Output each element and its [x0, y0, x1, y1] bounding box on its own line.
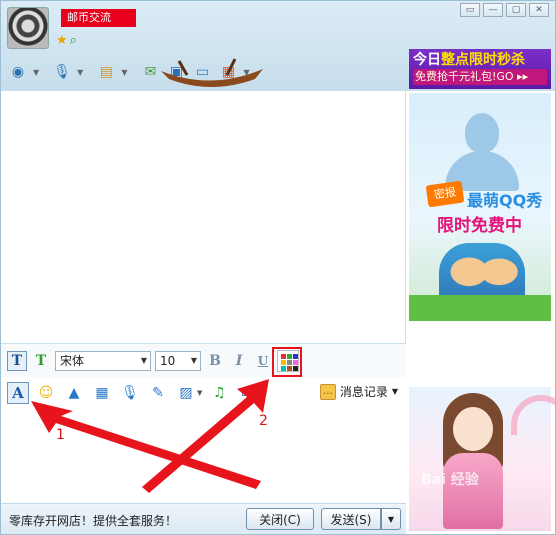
contact-name[interactable]: 邮币交流: [61, 9, 136, 27]
chat-header: 邮币交流 ★⌕ ▭ — ▢ ✕ ◉▼ 🎙▼ ▤▼ ✉ ▣ ▭ ▦▼ 今日整点限时…: [1, 1, 555, 91]
close-button[interactable]: 关闭(C): [246, 508, 314, 530]
ad-grass: [409, 295, 551, 321]
voice-message-icon[interactable]: 🎙: [119, 382, 141, 404]
emoji-icon[interactable]: ☺: [35, 382, 57, 404]
ad-title: 最萌QQ秀: [467, 191, 543, 210]
bold-button[interactable]: B: [205, 351, 225, 371]
minimize-button[interactable]: —: [483, 3, 503, 17]
chevron-down-icon: ▼: [140, 356, 147, 365]
italic-button[interactable]: I: [229, 351, 249, 371]
image-icon[interactable]: ▨: [175, 382, 197, 404]
chevron-down-icon[interactable]: ▼: [33, 68, 39, 77]
ad-tag: 密报: [425, 180, 465, 208]
star-icon[interactable]: ★: [56, 33, 68, 48]
promo-banner-text-b: 整点限时秒杀: [441, 52, 525, 68]
window-controls: ▭ — ▢ ✕: [460, 3, 549, 17]
underline-button[interactable]: U: [253, 351, 273, 371]
promo-banner-subtext: 免费抢千元礼包!GO ▸▸: [413, 69, 547, 85]
boat-decoration: [161, 58, 263, 87]
font-settings-button[interactable]: A: [7, 382, 29, 404]
bottom-bar: 零库存开网店！提供全套服务！ 关闭(C) 发送(S) ▼: [1, 503, 406, 534]
history-icon: …: [319, 383, 336, 400]
chat-window: 邮币交流 ★⌕ ▭ — ▢ ✕ ◉▼ 🎙▼ ▤▼ ✉ ▣ ▭ ▦▼ 今日整点限时…: [0, 0, 556, 535]
chevron-down-icon: ▼: [391, 387, 398, 396]
chevron-down-icon: ▼: [190, 356, 197, 365]
screenshot-icon[interactable]: ▭: [236, 382, 258, 404]
note-icon[interactable]: ✎: [147, 382, 169, 404]
chevron-down-icon[interactable]: ▼: [77, 68, 83, 77]
message-history-area[interactable]: [1, 91, 406, 343]
maximize-button[interactable]: ▢: [506, 3, 526, 17]
music-icon[interactable]: ♫: [208, 382, 230, 404]
annotation-label-2: 2: [259, 413, 268, 429]
chevron-down-icon[interactable]: ▼: [258, 389, 263, 397]
chevron-down-icon: ▼: [387, 514, 395, 524]
highlight-box: [272, 347, 302, 377]
rainbow-decoration: [511, 395, 555, 435]
font-family-value: 宋体: [60, 354, 85, 368]
avatar-dress: [443, 453, 503, 529]
input-toolbar: A ☺ ▲ ▦ 🎙 ✎ ▨ ▼ ♫ ▭ ▼ … 消息记录 ▼: [1, 379, 406, 407]
search-icon[interactable]: ⌕: [70, 33, 77, 48]
message-history-button[interactable]: … 消息记录 ▼: [319, 383, 398, 400]
film-icon[interactable]: ▦: [91, 382, 113, 404]
send-file-icon[interactable]: ▤: [95, 62, 117, 82]
close-window-button[interactable]: ✕: [529, 3, 549, 17]
send-options-dropdown[interactable]: ▼: [381, 508, 401, 530]
message-input[interactable]: [1, 407, 406, 503]
contact-avatar[interactable]: [7, 7, 49, 49]
qq-show-avatar[interactable]: [409, 387, 555, 531]
format-toolbar: T T 宋体 ▼ 10 ▼ B I U: [1, 343, 406, 377]
font-family-select[interactable]: 宋体 ▼: [55, 350, 151, 371]
annotation-label-1: 1: [56, 427, 65, 443]
qq-show-ad[interactable]: 密报 最萌QQ秀 限时免费中: [409, 93, 551, 321]
voice-call-icon[interactable]: 🎙: [51, 62, 73, 82]
font-style-icon[interactable]: T: [7, 350, 27, 371]
ad-subtitle: 限时免费中: [437, 216, 522, 236]
watermark: Bai 经验: [421, 472, 479, 488]
chevron-down-icon[interactable]: ▼: [197, 389, 202, 397]
promo-banner[interactable]: 今日整点限时秒杀 免费抢千元礼包!GO ▸▸: [409, 49, 551, 89]
font-size-value: 10: [160, 353, 176, 368]
avatar-face: [453, 407, 493, 451]
font-color-icon[interactable]: T: [31, 351, 51, 371]
chevron-down-icon[interactable]: ▼: [121, 68, 127, 77]
magic-hat-icon[interactable]: ▲: [63, 382, 85, 404]
font-size-select[interactable]: 10 ▼: [155, 350, 201, 371]
video-call-icon[interactable]: ◉: [7, 62, 29, 82]
status-icons: ★ ⌕: [56, 33, 79, 48]
promo-banner-text-a: 今日: [413, 52, 441, 68]
send-button[interactable]: 发送(S): [321, 508, 381, 530]
history-label: 消息记录: [339, 385, 388, 399]
skin-button[interactable]: ▭: [460, 3, 480, 17]
avatar-silhouette-icon: [465, 113, 499, 153]
promo-text-link[interactable]: 零库存开网店！提供全套服务！: [9, 512, 177, 529]
